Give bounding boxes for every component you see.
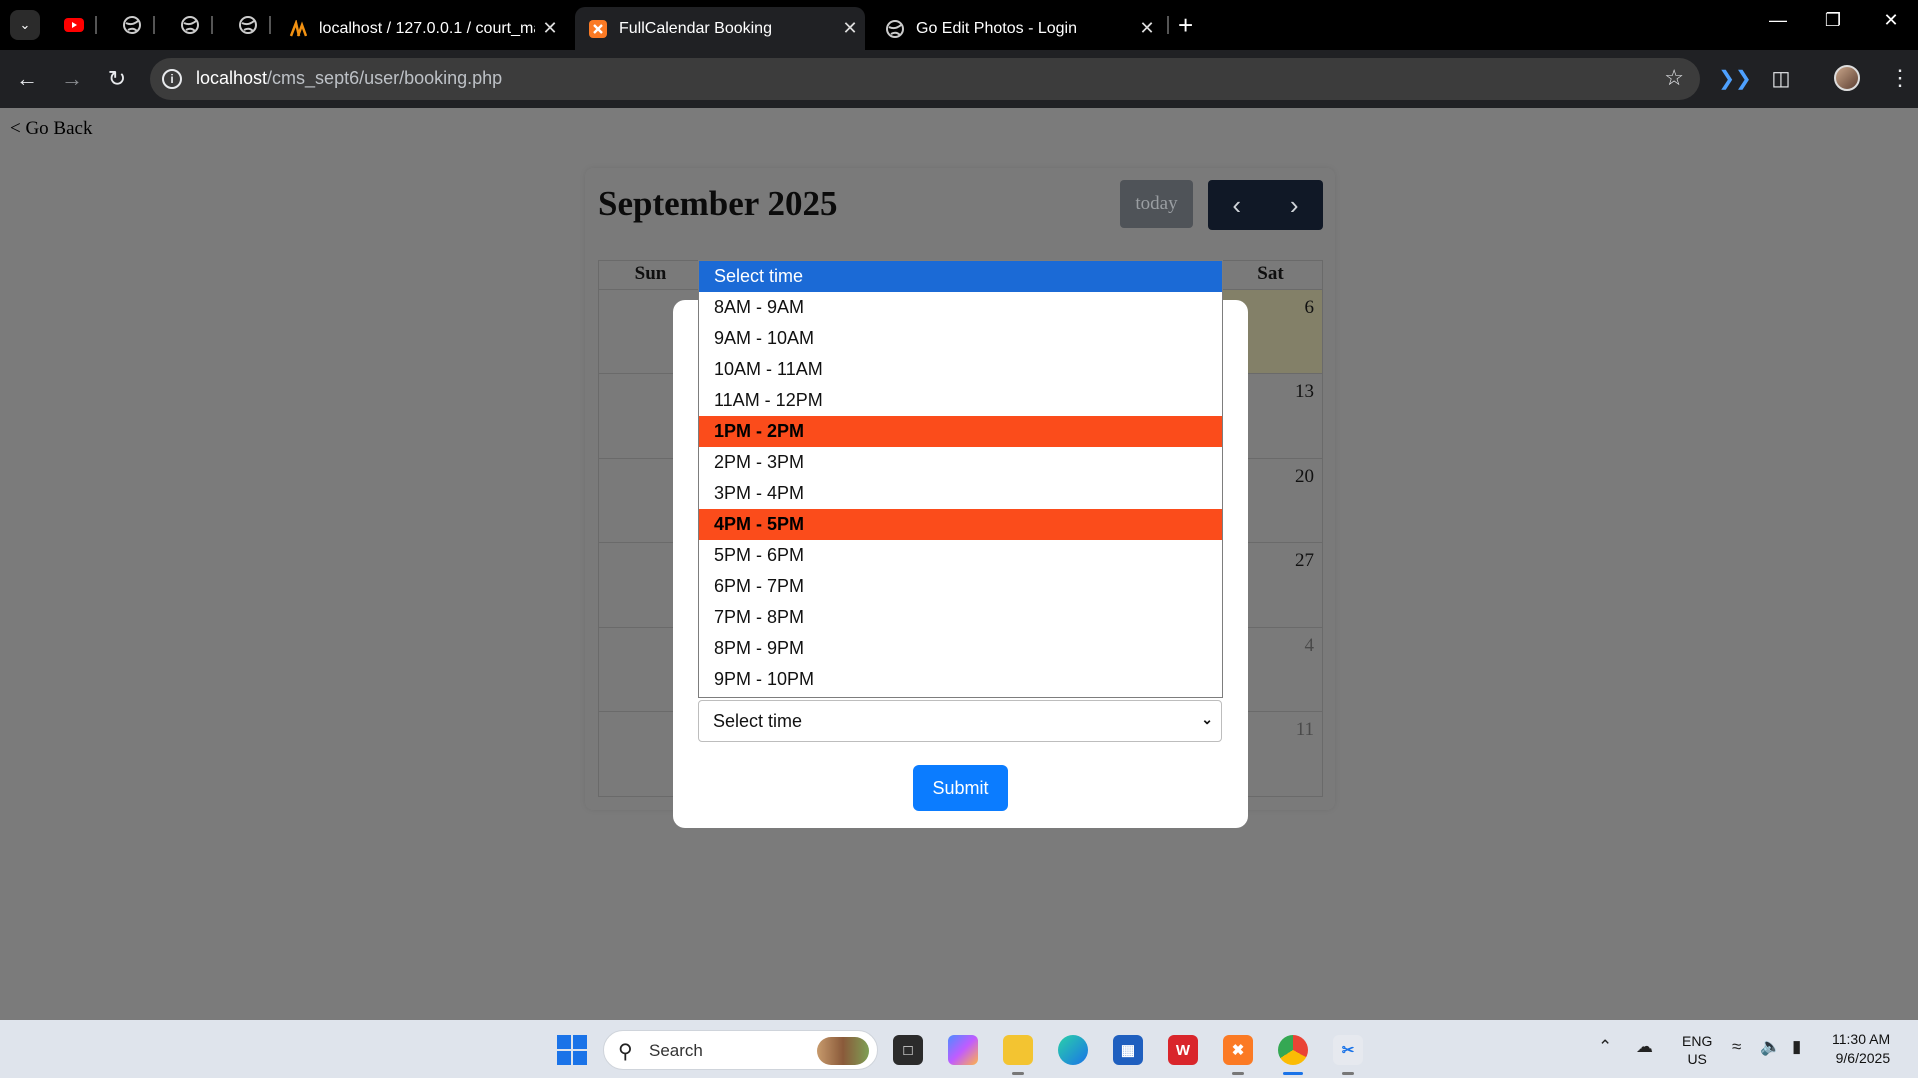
page-content: < Go Back September 2025 today ‹ › Sun S… [0, 108, 1918, 1020]
time-option[interactable]: 9AM - 10AM [699, 323, 1222, 354]
reload-icon[interactable]: ↻ [102, 64, 132, 94]
running-indicator [1342, 1072, 1354, 1075]
close-icon[interactable]: ✕ [1132, 18, 1162, 39]
browser-tab-bar: ⌄ localhost / 127.0.0.1 / court_ma ✕ Ful… [0, 0, 1918, 50]
date-cell[interactable]: 6 [1239, 297, 1315, 319]
xampp-icon[interactable]: ✖ [1223, 1035, 1253, 1065]
day-header-sun: Sun [634, 263, 667, 284]
back-icon[interactable]: ← [12, 64, 42, 94]
date-cell[interactable]: 4 [1239, 635, 1315, 657]
globe-icon [886, 19, 904, 38]
submit-button[interactable]: Submit [913, 765, 1008, 811]
tab-title: FullCalendar Booking [619, 19, 772, 37]
date-cell[interactable]: 20 [1239, 466, 1314, 488]
time-select[interactable]: Select time ⌄ [698, 700, 1222, 742]
browser-toolbar: ← → ↻ i localhost/cms_sept6/user/booking… [0, 50, 1918, 108]
calendar-title: September 2025 [598, 184, 838, 223]
chevron-right-icon[interactable]: › [1266, 180, 1324, 230]
language-indicator[interactable]: ENG US [1682, 1032, 1712, 1068]
tab-separator [95, 16, 97, 34]
tab-title: Go Edit Photos - Login [916, 19, 1077, 37]
taskbar: ⚲ Search □ ▦ W ✖ ✂ ⌃ ☁ ENG US ≈ 🔈 ▮ 11:3… [0, 1020, 1918, 1078]
site-info-icon[interactable]: i [162, 69, 182, 89]
tab-separator [211, 16, 213, 34]
tab-separator [1167, 16, 1169, 34]
wps-office-icon[interactable]: W [1168, 1035, 1198, 1065]
snipping-tool-icon[interactable]: ✂ [1333, 1035, 1363, 1065]
address-bar[interactable]: i localhost/cms_sept6/user/booking.php ☆ [150, 58, 1700, 100]
more-options-icon[interactable]: ⋮ [1885, 63, 1915, 93]
time-select-value: Select time [713, 710, 803, 731]
tab-search-button[interactable]: ⌄ [10, 10, 40, 40]
time-option-booked[interactable]: 1PM - 2PM [699, 416, 1222, 447]
time-option[interactable]: Select time [699, 261, 1222, 292]
chevron-down-icon: ⌄ [1201, 711, 1213, 727]
time-dropdown-list: Select time 8AM - 9AM 9AM - 10AM 10AM - … [698, 260, 1223, 698]
restore-icon[interactable]: ❐ [1818, 10, 1848, 31]
time-option[interactable]: 6PM - 7PM [699, 571, 1222, 602]
search-icon: ⚲ [618, 1041, 633, 1063]
calendar-nav: ‹ › [1208, 180, 1323, 230]
taskbar-search[interactable]: ⚲ Search [603, 1030, 878, 1070]
chrome-icon[interactable] [1278, 1035, 1308, 1065]
time-option[interactable]: 3PM - 4PM [699, 478, 1222, 509]
active-indicator [1283, 1072, 1303, 1075]
show-hidden-icons-chevron-icon[interactable]: ⌃ [1598, 1037, 1612, 1057]
url-text: localhost/cms_sept6/user/booking.php [196, 68, 503, 88]
time-option[interactable]: 8PM - 9PM [699, 633, 1222, 664]
bookmark-star-icon[interactable]: ☆ [1664, 65, 1684, 91]
volume-icon[interactable]: 🔈 [1760, 1037, 1781, 1057]
tab-go-edit-photos[interactable]: Go Edit Photos - Login ✕ [872, 7, 1162, 50]
globe-icon[interactable] [178, 13, 202, 37]
close-icon[interactable]: ✕ [835, 18, 865, 39]
new-tab-button[interactable]: + [1178, 12, 1193, 38]
time-option[interactable]: 2PM - 3PM [699, 447, 1222, 478]
time-option[interactable]: 9PM - 10PM [699, 664, 1222, 695]
window-close-icon[interactable]: ✕ [1876, 10, 1906, 31]
edge-icon[interactable] [1058, 1035, 1088, 1065]
profile-avatar[interactable] [1834, 65, 1860, 91]
tab-separator [153, 16, 155, 34]
taskbar-search-label: Search [649, 1041, 703, 1060]
extensions-icon[interactable]: ◫ [1766, 63, 1796, 93]
today-button[interactable]: today [1120, 180, 1193, 228]
task-view-icon[interactable]: □ [893, 1035, 923, 1065]
clock[interactable]: 11:30 AM 9/6/2025 [1832, 1030, 1890, 1068]
microsoft-store-icon[interactable]: ▦ [1113, 1035, 1143, 1065]
date-cell[interactable]: 27 [1239, 550, 1314, 572]
battery-icon[interactable]: ▮ [1792, 1037, 1801, 1057]
time-option[interactable]: 8AM - 9AM [699, 292, 1222, 323]
running-indicator [1232, 1072, 1244, 1075]
tab-title: localhost / 127.0.0.1 / court_ma [319, 19, 535, 37]
tab-phpmyadmin[interactable]: localhost / 127.0.0.1 / court_ma ✕ [275, 7, 565, 50]
search-highlight-image [817, 1037, 869, 1065]
date-cell[interactable]: 11 [1239, 719, 1314, 741]
windows-start-icon[interactable] [557, 1035, 587, 1065]
running-indicator [1012, 1072, 1024, 1075]
time-option[interactable]: 5PM - 6PM [699, 540, 1222, 571]
copilot-icon[interactable] [948, 1035, 978, 1065]
day-header-sat: Sat [1257, 263, 1284, 284]
tab-fullcalendar[interactable]: FullCalendar Booking ✕ [575, 7, 865, 50]
onedrive-offline-icon[interactable]: ☁ [1636, 1037, 1653, 1057]
wifi-icon[interactable]: ≈ [1732, 1037, 1741, 1057]
time-option[interactable]: 7PM - 8PM [699, 602, 1222, 633]
time-option[interactable]: 10AM - 11AM [699, 354, 1222, 385]
globe-icon[interactable] [120, 13, 144, 37]
go-back-link[interactable]: < Go Back [10, 118, 92, 140]
globe-icon[interactable] [236, 13, 260, 37]
youtube-icon[interactable] [62, 13, 86, 37]
xampp-icon [589, 19, 607, 38]
media-cast-icon[interactable]: ❯❯ [1718, 63, 1752, 93]
minimize-icon[interactable]: — [1763, 10, 1793, 31]
date-cell[interactable]: 13 [1239, 381, 1314, 403]
time-option-booked[interactable]: 4PM - 5PM [699, 509, 1222, 540]
time-option[interactable]: 11AM - 12PM [699, 385, 1222, 416]
file-explorer-icon[interactable] [1003, 1035, 1033, 1065]
chevron-left-icon[interactable]: ‹ [1208, 180, 1266, 230]
tab-separator [269, 16, 271, 34]
forward-icon[interactable]: → [57, 64, 87, 94]
phpmyadmin-icon [289, 19, 307, 38]
close-icon[interactable]: ✕ [535, 18, 565, 39]
